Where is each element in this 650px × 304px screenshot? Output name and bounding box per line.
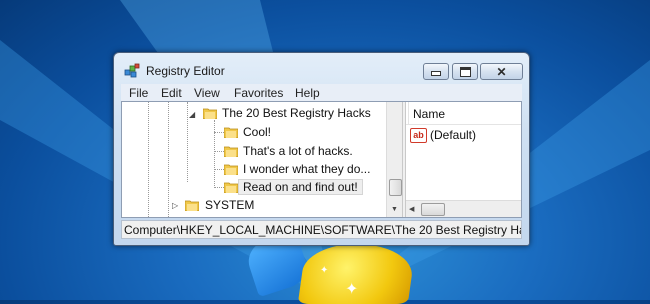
maximize-icon [453, 64, 477, 79]
column-divider [408, 102, 409, 124]
column-header-label: Name [413, 107, 446, 121]
value-name: (Default) [430, 128, 477, 142]
tree-node-label[interactable]: The 20 Best Registry Hacks [222, 106, 371, 120]
folder-icon [224, 182, 238, 193]
minimize-button[interactable] [423, 63, 449, 80]
tree-guide-line [214, 151, 224, 152]
menu-view[interactable]: View [194, 86, 220, 100]
menu-help[interactable]: Help [295, 86, 320, 100]
expand-arrow-icon[interactable]: ▷ [172, 201, 178, 210]
menu-bar: File Edit View Favorites Help [121, 84, 522, 101]
folder-open-icon [203, 108, 217, 119]
scroll-left-arrow-icon[interactable]: ◀ [409, 205, 414, 213]
scrollbar-thumb[interactable] [421, 203, 445, 216]
tree-vertical-scrollbar[interactable]: ▼ [386, 102, 402, 217]
sparkle-icon: ✦ [320, 265, 329, 276]
editor-client-area: ◢ The 20 Best Registry Hacks Cool! That'… [121, 101, 522, 218]
tree-guide-line [168, 102, 169, 217]
minimize-icon [424, 64, 448, 79]
values-horizontal-scrollbar[interactable]: ◀ [406, 200, 521, 217]
tree-guide-line [214, 120, 215, 186]
scrollbar-thumb[interactable] [389, 179, 402, 196]
status-bar: Computer\HKEY_LOCAL_MACHINE\SOFTWARE\The… [121, 220, 522, 239]
tree-guide-line [187, 102, 188, 182]
tree-guide-line [214, 169, 224, 170]
folder-icon [224, 164, 238, 175]
registry-path: Computer\HKEY_LOCAL_MACHINE\SOFTWARE\The… [124, 223, 522, 237]
collapse-arrow-icon[interactable]: ◢ [189, 110, 195, 119]
scroll-down-arrow-icon[interactable]: ▼ [391, 206, 398, 213]
menu-edit[interactable]: Edit [161, 86, 182, 100]
maximize-button[interactable] [452, 63, 478, 80]
values-list[interactable]: Name ab (Default) ◀ [406, 102, 521, 217]
string-value-icon: ab [410, 128, 427, 143]
menu-file[interactable]: File [129, 86, 148, 100]
tree-guide-line [148, 102, 149, 217]
tree-guide-line [214, 132, 224, 133]
close-button[interactable]: ✕ [480, 63, 523, 80]
window-title: Registry Editor [146, 64, 225, 78]
folder-icon [224, 127, 238, 138]
title-bar[interactable]: Registry Editor ✕ [114, 53, 529, 83]
menu-favorites[interactable]: Favorites [234, 86, 283, 100]
tree-guide-line [214, 187, 224, 188]
registry-tree[interactable]: ◢ The 20 Best Registry Hacks Cool! That'… [122, 102, 402, 217]
sparkle-icon: ✦ [345, 281, 359, 298]
registry-editor-icon [124, 63, 140, 78]
tree-node-label-selected[interactable]: Read on and find out! [238, 179, 363, 195]
folder-icon [224, 146, 238, 157]
tree-node-label[interactable]: I wonder what they do... [243, 162, 370, 176]
folder-icon [185, 200, 199, 211]
registry-editor-window[interactable]: Registry Editor ✕ File Edit View Favorit… [113, 52, 530, 246]
tree-node-label[interactable]: SYSTEM [205, 198, 254, 212]
tree-node-label[interactable]: That's a lot of hacks. [243, 144, 353, 158]
close-icon: ✕ [496, 64, 507, 79]
column-header-name[interactable]: Name [406, 102, 521, 125]
tree-node-label[interactable]: Cool! [243, 125, 271, 139]
